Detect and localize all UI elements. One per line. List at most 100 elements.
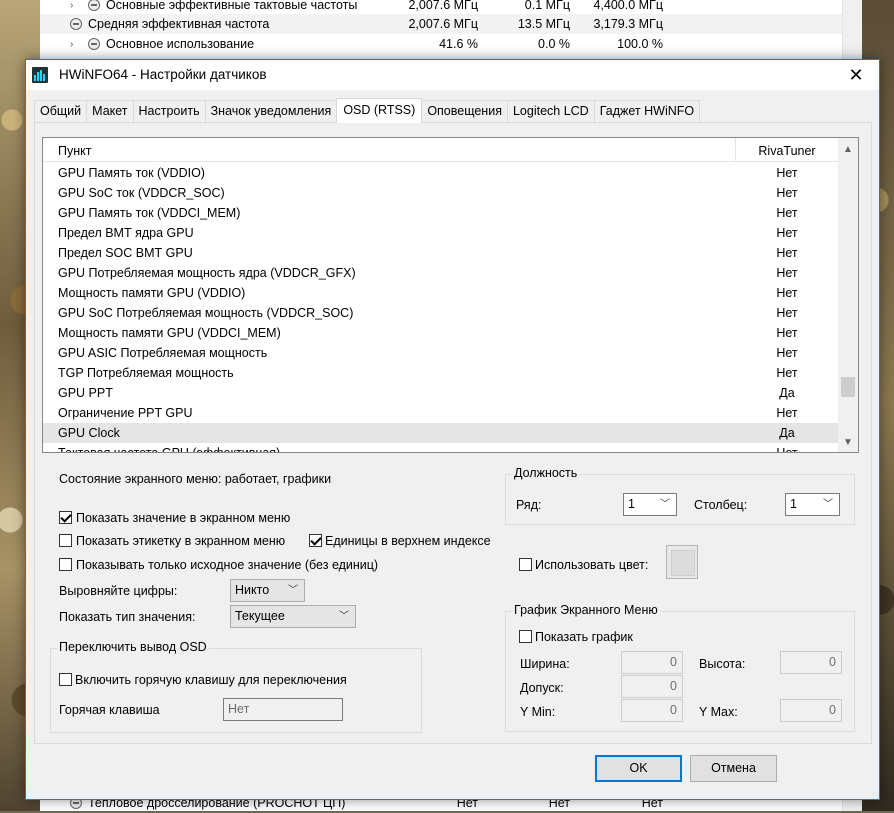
list-item[interactable]: GPU SoC Потребляемая мощность (VDDCR_SOC… — [43, 303, 838, 323]
hotkey-field[interactable]: Нет — [223, 698, 343, 721]
list-item-rivatuner-value: Да — [779, 426, 795, 440]
tab-logitech-lcd[interactable]: Logitech LCD — [506, 100, 595, 122]
list-item[interactable]: Предел ВМТ ядра GPU Нет — [43, 223, 838, 243]
list-scrollbar[interactable]: ▲ ▼ — [838, 138, 858, 452]
tab-osd-rtss[interactable]: OSD (RTSS) — [336, 98, 423, 123]
list-item-rivatuner-value: Нет — [776, 186, 798, 200]
sensor-min: 0.1 МГц — [524, 0, 570, 12]
list-item-name: Предел SOC ВМТ GPU — [58, 246, 193, 260]
cancel-button[interactable]: Отмена — [690, 755, 777, 782]
sensor-row[interactable]: › Основное использование 41.6 % 0.0 % 10… — [40, 34, 842, 54]
use-color-checkbox[interactable] — [519, 558, 532, 571]
hotkey-enable-checkbox[interactable] — [59, 673, 72, 686]
align-digits-dropdown[interactable]: Никто ﹀ — [230, 579, 305, 602]
list-item[interactable]: GPU SoC ток (VDDCR_SOC) Нет — [43, 183, 838, 203]
align-digits-value: Никто — [235, 583, 270, 597]
list-item-name: Мощность памяти GPU (VDDIO) — [58, 286, 246, 300]
list-item[interactable]: GPU Память ток (VDDIO) Нет — [43, 163, 838, 183]
list-item[interactable]: Тактовая частота GPU (эффективная) Нет — [43, 443, 838, 452]
list-item[interactable]: Предел SOC ВМТ GPU Нет — [43, 243, 838, 263]
list-item[interactable]: GPU ASIC Потребляемая мощность Нет — [43, 343, 838, 363]
list-item[interactable]: GPU Потребляемая мощность ядра (VDDCR_GF… — [43, 263, 838, 283]
list-item-rivatuner-value: Нет — [776, 246, 798, 260]
sensor-label: Основное использование — [106, 37, 255, 51]
list-item-rivatuner-value: Нет — [776, 346, 798, 360]
hotkey-label: Горячая клавиша — [59, 703, 160, 717]
list-item-rivatuner-value: Нет — [776, 366, 798, 380]
tab-layout[interactable]: Макет — [86, 100, 134, 122]
show-graph-checkbox[interactable] — [519, 630, 532, 643]
column-header-item[interactable]: Пункт — [43, 138, 736, 162]
close-icon[interactable]: ✕ — [833, 60, 879, 90]
list-item[interactable]: GPU Clock Да — [43, 423, 838, 443]
scroll-up-icon[interactable]: ▲ — [838, 141, 858, 159]
scroll-down-icon[interactable]: ▼ — [838, 434, 858, 452]
tab-alerts[interactable]: Оповещения — [421, 100, 508, 122]
show-value-checkbox[interactable] — [59, 511, 72, 524]
list-header: Пункт RivaTuner — [43, 138, 838, 162]
osd-toggle-group: Переключить вывод OSD Включить горячую к… — [50, 640, 422, 733]
sensor-current: 41.6 % — [439, 37, 478, 51]
list-item[interactable]: GPU Память ток (VDDCI_MEM) Нет — [43, 203, 838, 223]
column-dropdown[interactable]: 1 ﹀ — [785, 493, 840, 516]
list-item-rivatuner-value: Нет — [776, 306, 798, 320]
list-item[interactable]: TGP Потребляемая мощность Нет — [43, 363, 838, 383]
list-item-rivatuner-value: Нет — [776, 406, 798, 420]
sensor-label: Основные эффективные тактовые частоты — [106, 0, 358, 12]
minus-circle-icon — [88, 38, 100, 50]
graph-width-field[interactable]: 0 — [621, 651, 683, 674]
list-item[interactable]: Ограничение PPT GPU Нет — [43, 403, 838, 423]
raw-value-label[interactable]: Показывать только исходное значение (без… — [76, 558, 378, 572]
graph-tolerance-label: Допуск: — [520, 681, 564, 695]
dialog-titlebar[interactable]: HWiNFO64 - Настройки датчиков ✕ — [26, 60, 879, 90]
column-header-rivatuner[interactable]: RivaTuner — [736, 138, 838, 162]
minus-circle-icon — [70, 18, 82, 30]
scroll-thumb[interactable] — [841, 377, 855, 397]
color-picker-button[interactable] — [666, 545, 698, 579]
chevron-down-icon: ﹀ — [660, 499, 670, 510]
value-type-label: Показать тип значения: — [59, 610, 196, 624]
row-label: Ряд: — [516, 498, 542, 512]
list-item-rivatuner-value: Нет — [776, 226, 798, 240]
superscript-units-checkbox[interactable] — [309, 534, 322, 547]
superscript-units-label[interactable]: Единицы в верхнем индексе — [325, 534, 491, 548]
expand-icon[interactable]: › — [70, 39, 73, 50]
expand-icon[interactable]: › — [70, 0, 73, 11]
raw-value-checkbox[interactable] — [59, 558, 72, 571]
value-type-dropdown[interactable]: Текущее ﹀ — [230, 605, 356, 628]
show-graph-label[interactable]: Показать график — [535, 630, 633, 644]
ok-button[interactable]: OK — [595, 755, 682, 782]
list-rows: GPU Память ток (VDDIO) Нет GPU SoC ток (VD… — [43, 163, 838, 452]
graph-height-field[interactable]: 0 — [780, 651, 842, 674]
dialog-title: HWiNFO64 - Настройки датчиков — [59, 67, 267, 82]
osd-toggle-group-title: Переключить вывод OSD — [57, 640, 209, 654]
sensor-row[interactable]: › Основные эффективные тактовые частоты … — [40, 0, 842, 15]
sensor-label: Средняя эффективная частота — [88, 17, 270, 31]
position-group: Должность Ряд: 1 ﹀ Столбец: 1 ﹀ — [505, 466, 855, 525]
show-value-label[interactable]: Показать значение в экранном меню — [76, 511, 290, 525]
sensor-row[interactable]: Средняя эффективная частота 2,007.6 МГц … — [40, 14, 842, 34]
graph-tolerance-field[interactable]: 0 — [621, 675, 683, 698]
tab-customize[interactable]: Настроить — [132, 100, 206, 122]
sensor-current: 2,007.6 МГц — [408, 17, 478, 31]
tab-hwinfo-gadget[interactable]: Гаджет HWiNFO — [593, 100, 701, 122]
tab-tray-icon[interactable]: Значок уведомления — [204, 100, 338, 122]
show-label-label[interactable]: Показать этикетку в экранном меню — [76, 534, 285, 548]
row-dropdown[interactable]: 1 ﹀ — [623, 493, 677, 516]
tab-general[interactable]: Общий — [34, 100, 88, 122]
list-item[interactable]: GPU PPT Да — [43, 383, 838, 403]
list-item[interactable]: Мощность памяти GPU (VDDCI_MEM) Нет — [43, 323, 838, 343]
use-color-label[interactable]: Использовать цвет: — [535, 558, 648, 572]
hotkey-enable-label[interactable]: Включить горячую клавишу для переключени… — [75, 673, 347, 687]
graph-ymax-label: Y Max: — [699, 705, 738, 719]
list-item-name: Предел ВМТ ядра GPU — [58, 226, 194, 240]
graph-ymin-field[interactable]: 0 — [621, 699, 683, 722]
list-item-name: GPU Память ток (VDDIO) — [58, 166, 205, 180]
list-item[interactable]: Мощность памяти GPU (VDDIO) Нет — [43, 283, 838, 303]
osd-sensor-list[interactable]: Пункт RivaTuner GPU Память ток (VDDIO) Не… — [42, 137, 859, 453]
show-label-checkbox[interactable] — [59, 534, 72, 547]
list-item-rivatuner-value: Нет — [736, 443, 838, 452]
list-item-name: GPU Clock — [58, 426, 120, 440]
list-item-name: GPU PPT — [58, 386, 113, 400]
graph-ymax-field[interactable]: 0 — [780, 699, 842, 722]
